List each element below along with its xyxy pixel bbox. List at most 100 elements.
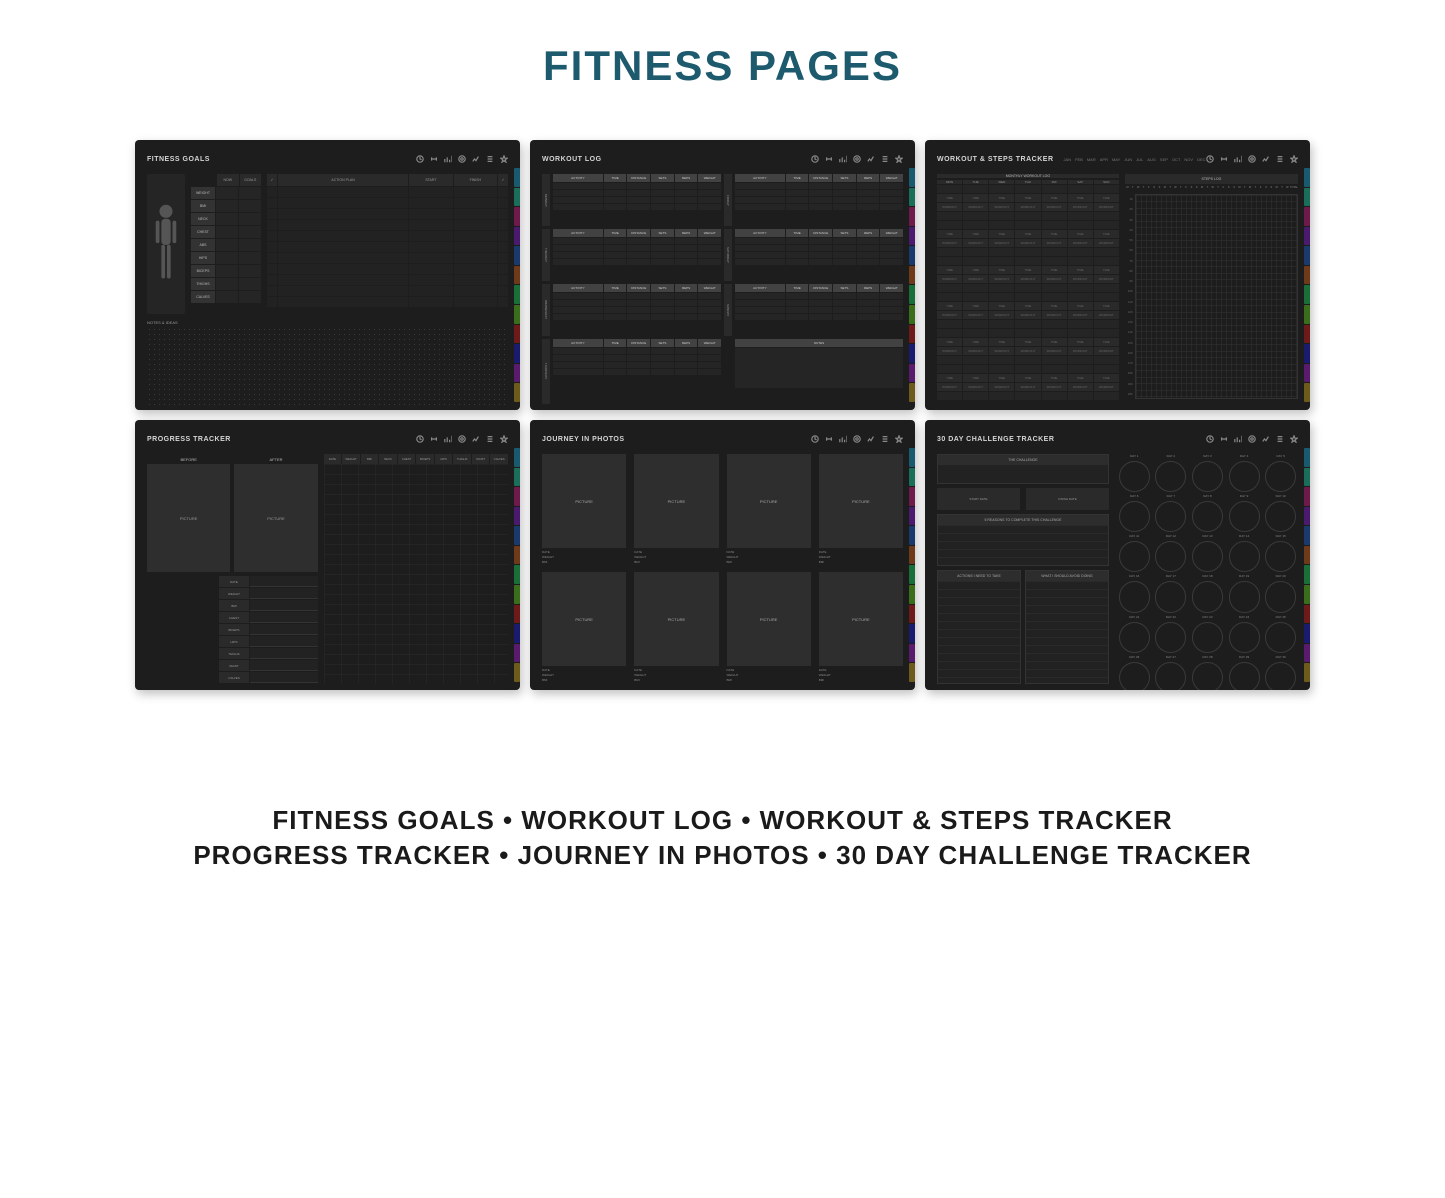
month-tab[interactable]: DEC <box>1197 157 1205 162</box>
scale-icon[interactable] <box>1206 435 1214 443</box>
target-icon[interactable] <box>1248 155 1256 163</box>
month-tab[interactable]: MAR <box>1087 157 1096 162</box>
side-tab[interactable] <box>514 663 520 682</box>
side-tab[interactable] <box>1304 227 1310 246</box>
side-tab[interactable] <box>909 227 915 246</box>
side-tab[interactable] <box>514 383 520 402</box>
target-icon[interactable] <box>853 435 861 443</box>
list-icon[interactable] <box>1276 155 1284 163</box>
side-tab[interactable] <box>1304 188 1310 207</box>
month-tab[interactable]: NOV <box>1184 157 1193 162</box>
side-tab[interactable] <box>909 585 915 604</box>
side-tab[interactable] <box>1304 246 1310 265</box>
side-tab[interactable] <box>909 266 915 285</box>
side-tab[interactable] <box>514 565 520 584</box>
side-tab[interactable] <box>514 605 520 624</box>
side-tab[interactable] <box>514 364 520 383</box>
target-icon[interactable] <box>1248 435 1256 443</box>
month-tab[interactable]: SEP <box>1160 157 1168 162</box>
graph-icon[interactable] <box>1262 155 1270 163</box>
graph-icon[interactable] <box>1262 435 1270 443</box>
side-tab[interactable] <box>1304 624 1310 643</box>
side-tab[interactable] <box>909 448 915 467</box>
chart-icon[interactable] <box>1234 435 1242 443</box>
dumbbell-icon[interactable] <box>430 435 438 443</box>
side-tab[interactable] <box>514 487 520 506</box>
dumbbell-icon[interactable] <box>825 155 833 163</box>
side-tab[interactable] <box>1304 364 1310 383</box>
side-tab[interactable] <box>909 207 915 226</box>
month-tab[interactable]: JUL <box>1136 157 1143 162</box>
side-tab[interactable] <box>514 624 520 643</box>
dumbbell-icon[interactable] <box>1220 155 1228 163</box>
side-tab[interactable] <box>909 344 915 363</box>
list-icon[interactable] <box>486 155 494 163</box>
side-tab[interactable] <box>1304 266 1310 285</box>
side-tab[interactable] <box>514 526 520 545</box>
side-tab[interactable] <box>1304 168 1310 187</box>
side-tab[interactable] <box>1304 448 1310 467</box>
side-tab[interactable] <box>1304 644 1310 663</box>
graph-icon[interactable] <box>472 435 480 443</box>
side-tab[interactable] <box>909 605 915 624</box>
side-tab[interactable] <box>1304 605 1310 624</box>
side-tab[interactable] <box>909 285 915 304</box>
side-tab[interactable] <box>514 344 520 363</box>
side-tab[interactable] <box>909 644 915 663</box>
scale-icon[interactable] <box>1206 155 1214 163</box>
side-tab[interactable] <box>514 325 520 344</box>
side-tab[interactable] <box>909 188 915 207</box>
side-tab[interactable] <box>909 663 915 682</box>
star-icon[interactable] <box>895 155 903 163</box>
star-icon[interactable] <box>1290 155 1298 163</box>
side-tab[interactable] <box>909 624 915 643</box>
star-icon[interactable] <box>1290 435 1298 443</box>
side-tab[interactable] <box>1304 344 1310 363</box>
side-tab[interactable] <box>909 246 915 265</box>
list-icon[interactable] <box>1276 435 1284 443</box>
dumbbell-icon[interactable] <box>825 435 833 443</box>
side-tab[interactable] <box>909 468 915 487</box>
chart-icon[interactable] <box>1234 155 1242 163</box>
month-tab[interactable]: APR <box>1100 157 1108 162</box>
month-tab[interactable]: OCT <box>1172 157 1180 162</box>
side-tab[interactable] <box>1304 663 1310 682</box>
dumbbell-icon[interactable] <box>430 155 438 163</box>
side-tab[interactable] <box>1304 305 1310 324</box>
side-tab[interactable] <box>514 266 520 285</box>
chart-icon[interactable] <box>839 155 847 163</box>
graph-icon[interactable] <box>867 155 875 163</box>
list-icon[interactable] <box>881 435 889 443</box>
month-tab[interactable]: JAN <box>1064 157 1072 162</box>
side-tab[interactable] <box>909 507 915 526</box>
scale-icon[interactable] <box>811 435 819 443</box>
side-tab[interactable] <box>514 285 520 304</box>
side-tab[interactable] <box>514 507 520 526</box>
side-tab[interactable] <box>909 305 915 324</box>
side-tab[interactable] <box>1304 383 1310 402</box>
side-tab[interactable] <box>514 168 520 187</box>
side-tab[interactable] <box>909 526 915 545</box>
chart-icon[interactable] <box>839 435 847 443</box>
graph-icon[interactable] <box>472 155 480 163</box>
month-tab[interactable]: AUG <box>1147 157 1156 162</box>
month-tab[interactable]: FEB <box>1075 157 1083 162</box>
side-tab[interactable] <box>1304 468 1310 487</box>
target-icon[interactable] <box>458 435 466 443</box>
target-icon[interactable] <box>853 155 861 163</box>
scale-icon[interactable] <box>416 435 424 443</box>
side-tab[interactable] <box>514 468 520 487</box>
list-icon[interactable] <box>486 435 494 443</box>
side-tab[interactable] <box>909 364 915 383</box>
side-tab[interactable] <box>1304 507 1310 526</box>
side-tab[interactable] <box>514 188 520 207</box>
side-tab[interactable] <box>514 246 520 265</box>
side-tab[interactable] <box>1304 565 1310 584</box>
side-tab[interactable] <box>909 546 915 565</box>
side-tab[interactable] <box>1304 285 1310 304</box>
side-tab[interactable] <box>514 207 520 226</box>
side-tab[interactable] <box>514 227 520 246</box>
scale-icon[interactable] <box>416 155 424 163</box>
scale-icon[interactable] <box>811 155 819 163</box>
side-tab[interactable] <box>514 546 520 565</box>
